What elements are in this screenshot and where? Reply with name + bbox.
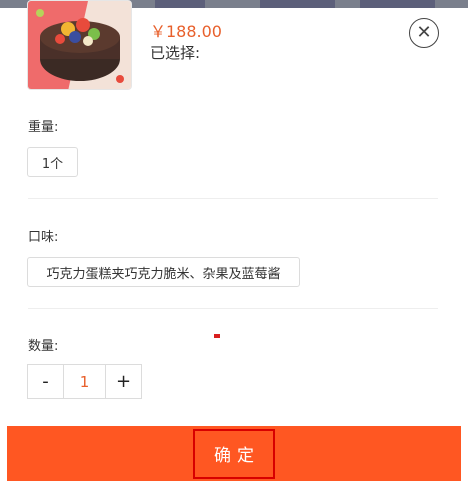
flavor-title: 口味: [28,230,59,245]
weight-title: 重量: [28,120,59,135]
increment-button[interactable]: + [106,365,141,398]
quantity-stepper: - 1 + [27,364,142,399]
product-thumbnail [27,0,132,90]
cake-image [28,1,131,89]
confirm-label: 确定 [193,428,275,479]
flavor-option-1[interactable]: 巧克力蛋糕夹巧克力脆米、杂果及蓝莓酱 [27,257,300,287]
weight-option-1[interactable]: 1个 [27,147,78,177]
close-circle-icon: ✕ [416,22,432,43]
divider [28,308,438,309]
quantity-value[interactable]: 1 [63,365,106,398]
selected-spec-label: 已选择: [150,44,201,62]
sku-selector-sheet: ￥188.00 已选择: ✕ 重量: 1个 口味: 巧克力蛋糕夹巧克力脆米、杂果… [0,0,468,489]
divider [28,198,438,199]
close-button[interactable]: ✕ [409,18,439,48]
decrement-button[interactable]: - [28,365,63,398]
product-price: ￥188.00 [150,22,222,41]
quantity-title: 数量: [28,339,59,354]
confirm-button[interactable]: 确定 [7,426,461,481]
red-marker [214,334,220,338]
